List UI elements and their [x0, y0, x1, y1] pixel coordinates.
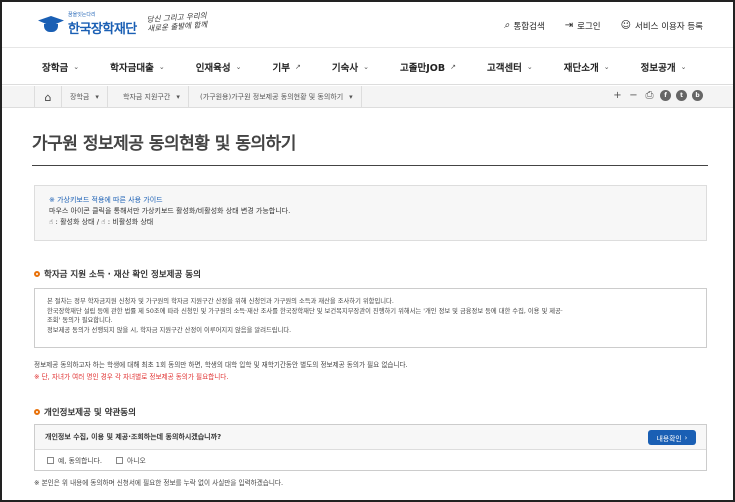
- page-tools: + − ⎙ f t b: [612, 90, 703, 101]
- agree-yes-checkbox[interactable]: 예, 동의합니다.: [47, 455, 102, 465]
- logo-subtitle: 꿈을잇는다리: [68, 12, 96, 18]
- consent-warning: ※ 단, 자녀가 여러 명인 경우 각 자녀별로 정보제공 동의가 필요합니다.: [34, 373, 229, 381]
- browser-frame: 꿈을잇는다리 한국장학재단 당신 그리고 우리의 새로운 출발에 함께 ⌕ 통합검…: [0, 0, 735, 502]
- chevron-down-icon: ⌄: [680, 62, 687, 71]
- nav-donation[interactable]: 기부 ↗: [273, 49, 301, 84]
- chevron-right-icon: ›: [684, 433, 688, 442]
- chevron-down-icon: ⌄: [526, 62, 533, 71]
- nav-job[interactable]: 고졸만JOB ↗: [400, 49, 456, 84]
- nav-student-loan[interactable]: 학자금대출 ⌄: [110, 49, 165, 84]
- breadcrumb-item-scholarship[interactable]: 장학금 ▾: [62, 86, 108, 108]
- chevron-down-icon: ⌄: [603, 62, 610, 71]
- breadcrumb: ⌂ 장학금 ▾ 학자금 지원구간 ▾ (가구원용)가구원 정보제공 동의현황 및 동…: [2, 86, 733, 108]
- bullet-icon: [34, 409, 40, 415]
- chevron-down-icon: ⌄: [73, 62, 80, 71]
- dropdown-arrow-icon: ▾: [95, 93, 99, 101]
- utility-menu: ⌕ 통합검색 ⇥ 로그인 ☺ 서비스 이용자 등록: [503, 20, 703, 33]
- title-divider: [32, 165, 708, 166]
- consent-info-box: 본 절차는 정부 학자금지원 신청자 및 가구원의 학자금 지원구간 산정을 위…: [34, 288, 707, 348]
- logo-title: 한국장학재단: [68, 22, 137, 37]
- graduation-cap-icon: [38, 12, 64, 36]
- user-add-icon: ☺: [620, 20, 632, 31]
- guide-legend: ☝ : 활성화 상태 / ☝ : 비활성화 상태: [49, 218, 154, 226]
- register-link[interactable]: ☺ 서비스 이용자 등록: [620, 20, 703, 33]
- agree-no-checkbox[interactable]: 아니오: [116, 455, 146, 465]
- nav-about[interactable]: 재단소개 ⌄: [564, 49, 610, 84]
- zoom-out-icon[interactable]: −: [628, 90, 639, 101]
- virtual-keyboard-guide: ※ 가상키보드 적용에 따른 사용 가이드 마우스 아이콘 클릭을 통해서만 가…: [34, 185, 707, 241]
- twitter-icon[interactable]: t: [676, 90, 687, 101]
- facebook-icon[interactable]: f: [660, 90, 671, 101]
- chevron-down-icon: ⌄: [235, 62, 242, 71]
- view-details-button[interactable]: 내용확인 ›: [648, 430, 696, 445]
- checkbox-icon: [116, 456, 124, 464]
- terms-agreement-box: 개인정보 수집, 이용 및 제공·조회하는데 동의하시겠습니까? 내용확인 › 예…: [34, 424, 707, 471]
- home-icon[interactable]: ⌂: [34, 86, 62, 108]
- breadcrumb-item-support-tier[interactable]: 학자금 지원구간 ▾: [115, 86, 189, 108]
- page-title: 가구원 정보제공 동의현황 및 동의하기: [32, 134, 296, 154]
- footer-note: ※ 본인은 위 내용에 동의하며 신청서에 필요한 정보를 누락 없이 사실만을…: [34, 479, 284, 487]
- login-icon: ⇥: [564, 20, 574, 31]
- chevron-down-icon: ⌄: [158, 62, 165, 71]
- nav-talent[interactable]: 인재육성 ⌄: [196, 49, 242, 84]
- site-logo[interactable]: 꿈을잇는다리 한국장학재단: [38, 11, 137, 37]
- main-navigation: 장학금 ⌄ 학자금대출 ⌄ 인재육성 ⌄ 기부 ↗ 기숙사 ⌄ 고졸만JOB ↗ 고객센터 ⌄…: [2, 49, 733, 85]
- section-title-consent: 학자금 지원 소득 · 재산 확인 정보제공 동의: [34, 268, 201, 280]
- nav-dormitory[interactable]: 기숙사 ⌄: [332, 49, 369, 84]
- search-link[interactable]: ⌕ 통합검색: [503, 20, 545, 33]
- slogan: 당신 그리고 우리의 새로운 출발에 함께: [146, 10, 208, 34]
- login-link[interactable]: ⇥ 로그인: [564, 20, 601, 33]
- checkbox-icon: [47, 456, 54, 464]
- print-icon[interactable]: ⎙: [644, 90, 655, 101]
- bullet-icon: [34, 271, 40, 277]
- nav-customer-center[interactable]: 고객센터 ⌄: [487, 49, 533, 84]
- nav-scholarship[interactable]: 장학금 ⌄: [42, 49, 79, 84]
- breadcrumb-item-current[interactable]: (가구원용)가구원 정보제공 동의현황 및 동의하기 ▾: [192, 86, 362, 108]
- agree-options: 예, 동의합니다. 아니오: [35, 450, 706, 470]
- external-link-icon: ↗: [295, 62, 301, 71]
- blog-icon[interactable]: b: [692, 90, 703, 101]
- guide-text: 마우스 아이콘 클릭을 통해서만 가상키보드 활성화/비활성화 상태 변경 가능…: [49, 207, 291, 215]
- agree-question: 개인정보 수집, 이용 및 제공·조회하는데 동의하시겠습니까?: [35, 425, 706, 450]
- consent-note: 정보제공 동의하고자 하는 학생에 대해 최초 1회 동의만 하면, 학생의 대…: [34, 361, 408, 369]
- zoom-in-icon[interactable]: +: [612, 90, 623, 101]
- search-icon: ⌕: [503, 20, 510, 31]
- nav-disclosure[interactable]: 정보공개 ⌄: [641, 49, 687, 84]
- dropdown-arrow-icon: ▾: [176, 93, 180, 101]
- section-title-terms: 개인정보제공 및 약관동의: [34, 406, 136, 418]
- guide-title: ※ 가상키보드 적용에 따른 사용 가이드: [49, 196, 163, 204]
- site-header: 꿈을잇는다리 한국장학재단 당신 그리고 우리의 새로운 출발에 함께 ⌕ 통합검…: [2, 2, 733, 48]
- chevron-down-icon: ⌄: [363, 62, 369, 71]
- external-link-icon: ↗: [450, 62, 456, 71]
- dropdown-arrow-icon: ▾: [349, 93, 353, 101]
